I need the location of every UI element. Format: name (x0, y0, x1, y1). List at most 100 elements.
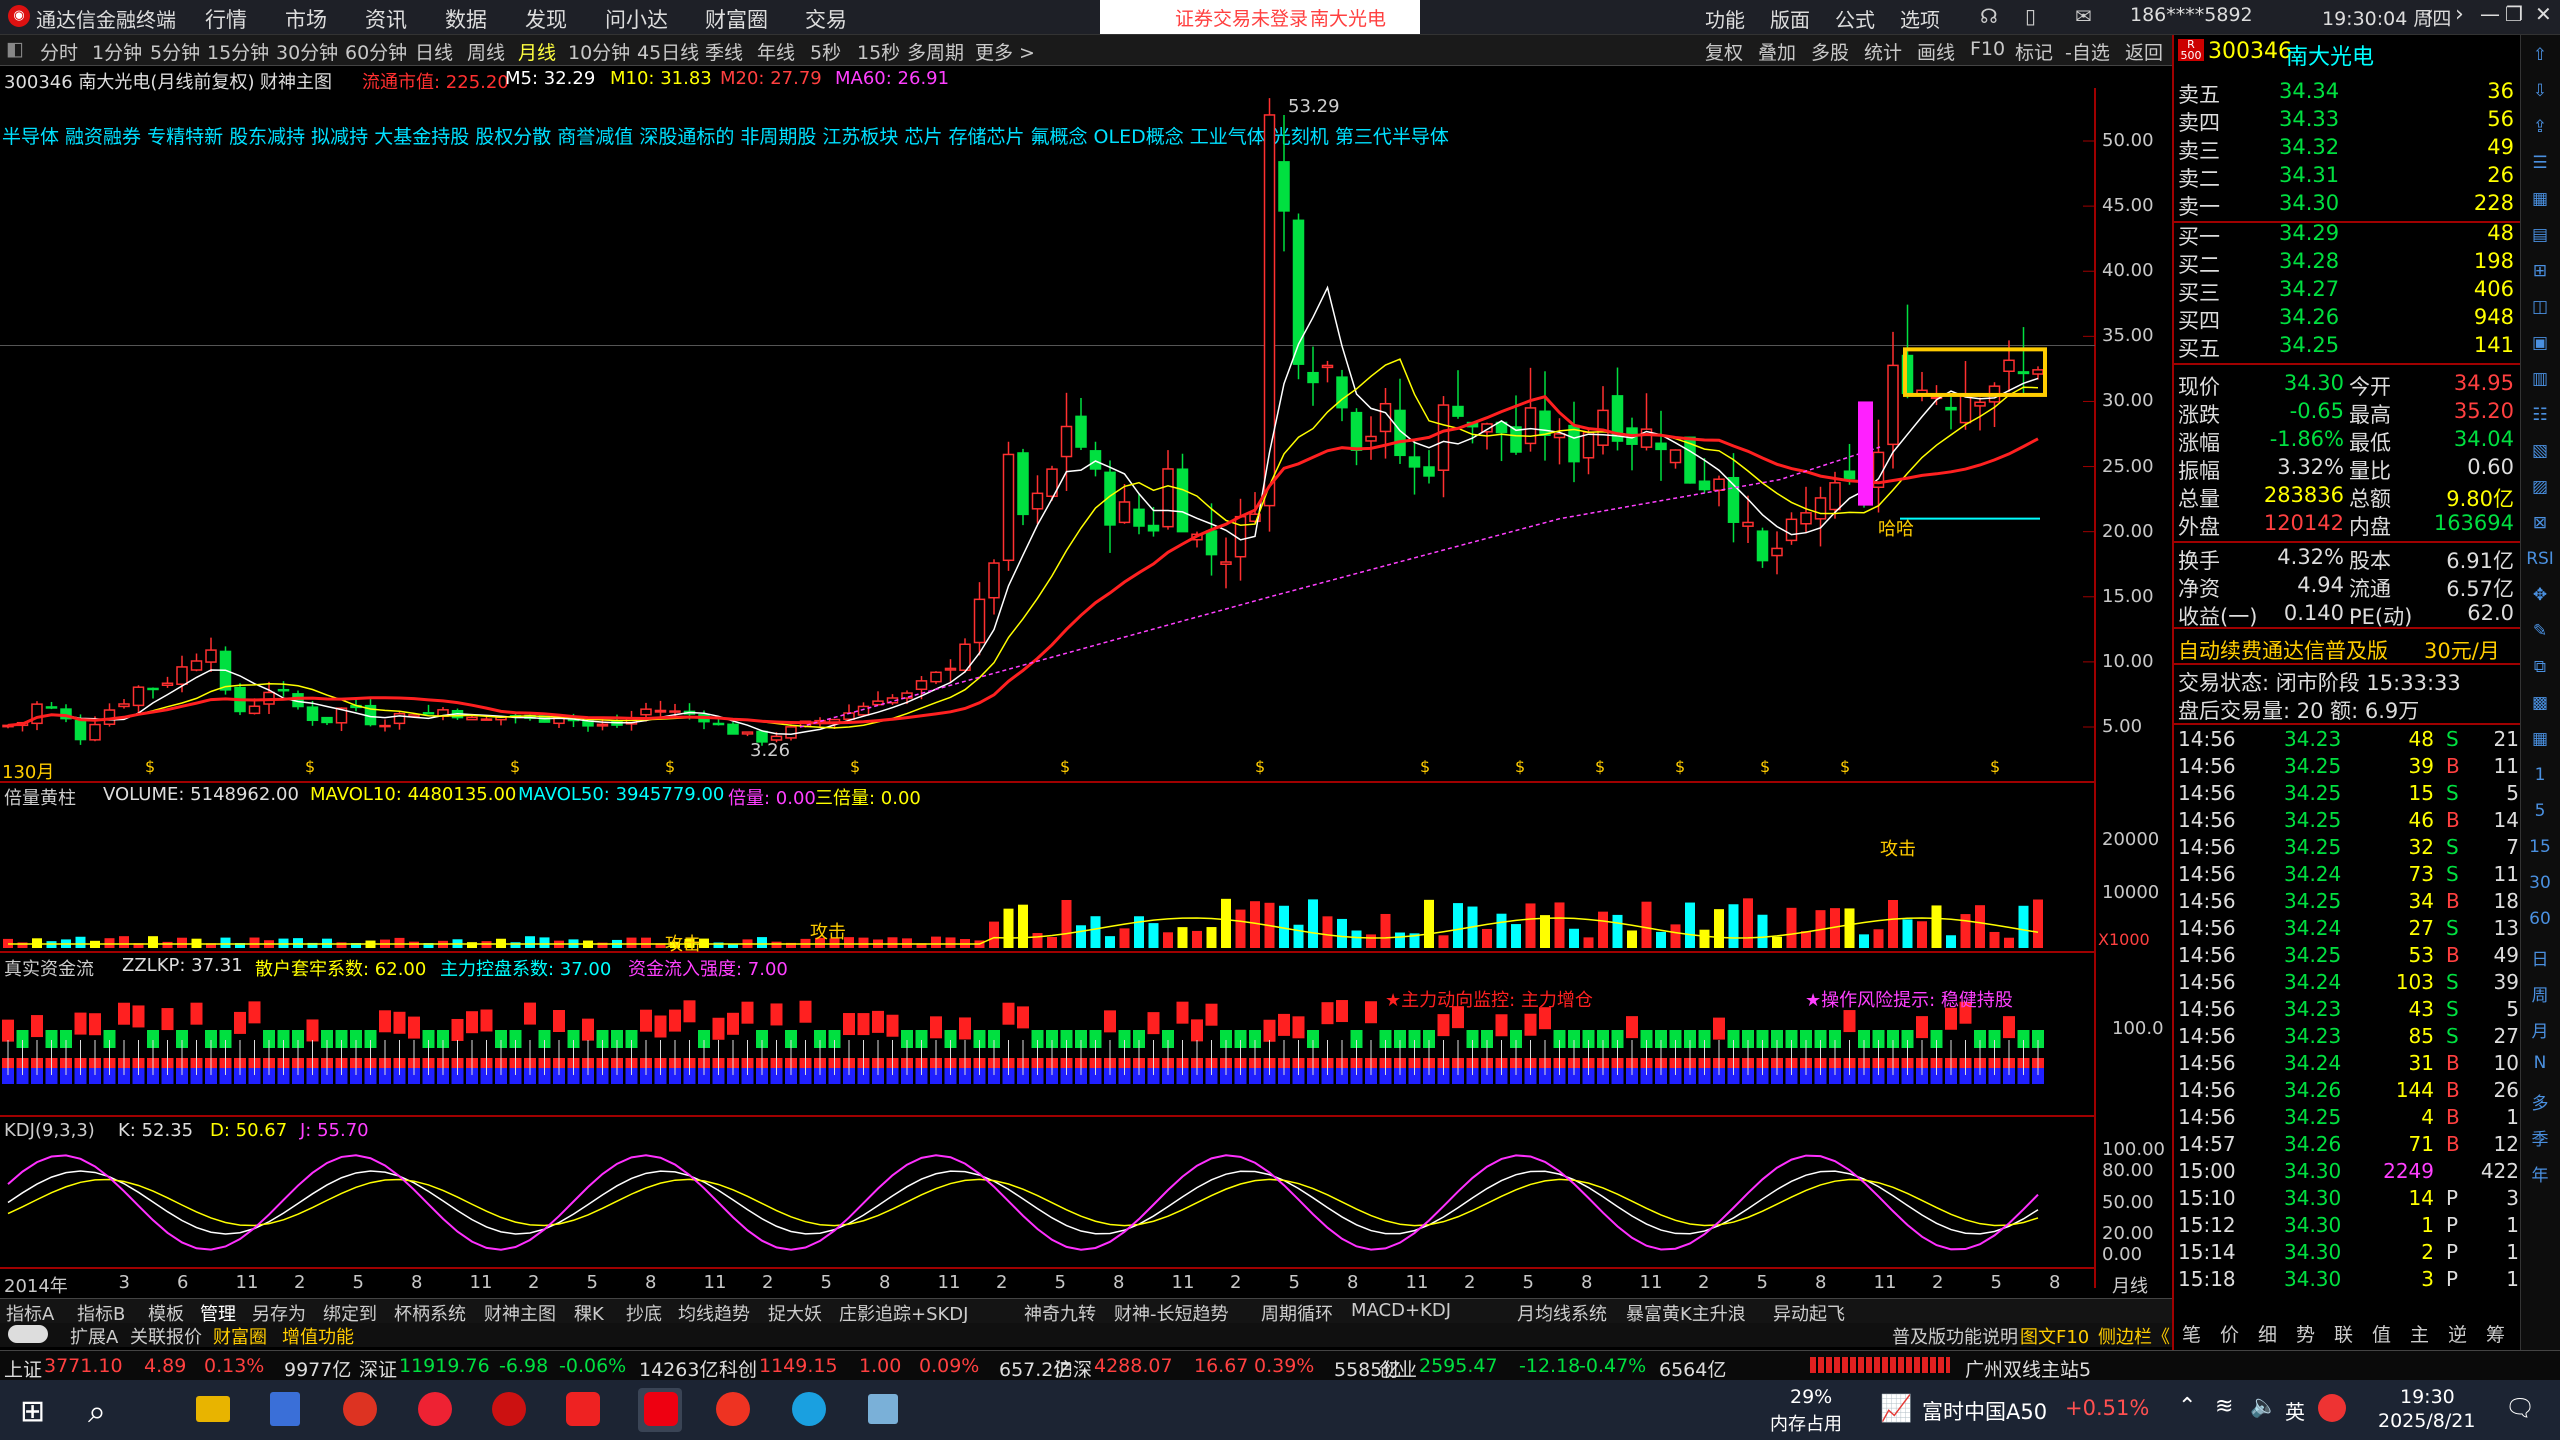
tab-value-added[interactable]: 增值功能 (282, 1323, 354, 1349)
menu-options[interactable]: 选项 (1900, 4, 1940, 33)
phone-icon[interactable]: ▯ (2025, 4, 2036, 28)
kdj-indicator-name[interactable]: KDJ(9,3,3) (4, 1120, 95, 1141)
tdx-icon[interactable] (343, 1392, 377, 1426)
side-tool-icon[interactable]: RSI (2525, 549, 2555, 569)
close-icon[interactable]: ✕ (2535, 2, 2552, 26)
quote-bottom-tab[interactable]: 值 (2372, 1320, 2391, 1347)
side-tool-icon[interactable]: ⊠ (2525, 513, 2555, 533)
account-name[interactable]: 186****5892 (2130, 4, 2253, 26)
folder-icon[interactable] (196, 1396, 230, 1422)
side-tool-icon[interactable]: 1 (2525, 765, 2555, 785)
menu-function[interactable]: 功能 (1705, 4, 1745, 33)
tab-wealth-circle[interactable]: 财富圈 (213, 1323, 267, 1349)
calculator-icon[interactable] (270, 1392, 300, 1426)
browser-icon[interactable] (418, 1392, 452, 1426)
tab-sidebar[interactable]: 侧边栏《 (2098, 1323, 2170, 1349)
toggle-switch[interactable] (8, 1325, 48, 1343)
mail-icon[interactable]: ✉ (2075, 4, 2092, 28)
app-icon[interactable] (492, 1392, 526, 1426)
menu-layout[interactable]: 版面 (1770, 4, 1810, 33)
side-tool-icon[interactable]: 月 (2525, 1017, 2555, 1042)
quote-bottom-tab[interactable]: 筹 (2486, 1320, 2505, 1347)
trade-login-notice[interactable]: 证券交易未登录 (1175, 4, 1308, 31)
ticker-name[interactable]: 富时中国A50 (1922, 1396, 2047, 1426)
side-tool-icon[interactable]: N (2525, 1053, 2555, 1073)
tool-f10[interactable]: F10 (1970, 38, 2005, 60)
indicator-tab[interactable]: MACD+KDJ (1351, 1300, 1451, 1321)
wps-icon[interactable] (566, 1392, 600, 1426)
side-tool-icon[interactable]: 30 (2525, 873, 2555, 893)
tool-mark[interactable]: 标记 (2015, 38, 2053, 65)
period-10min[interactable]: 10分钟 (568, 38, 630, 65)
search-icon[interactable]: ⌕ (88, 1392, 106, 1431)
menu-formula[interactable]: 公式 (1835, 4, 1875, 33)
tab-extend-a[interactable]: 扩展A (70, 1323, 118, 1349)
period-month[interactable]: 月线 (518, 38, 556, 65)
index-name[interactable]: 上证 (4, 1355, 42, 1382)
panel-toggle-icon[interactable]: ◧ (6, 38, 24, 60)
tool-multi-stock[interactable]: 多股 (1811, 38, 1849, 65)
wifi-icon[interactable]: ≋ (2215, 1394, 2233, 1419)
period-more[interactable]: 更多 > (975, 38, 1035, 65)
period-day[interactable]: 日线 (415, 38, 453, 65)
volume-icon[interactable]: 🔈 (2250, 1394, 2277, 1419)
period-15min[interactable]: 15分钟 (207, 38, 269, 65)
period-multi[interactable]: 多周期 (907, 38, 964, 65)
period-30min[interactable]: 30分钟 (276, 38, 338, 65)
side-tool-icon[interactable]: ⧉ (2525, 657, 2555, 677)
volume-indicator-name[interactable]: 倍量黄柱 (4, 784, 76, 810)
side-tool-icon[interactable]: 15 (2525, 837, 2555, 857)
menu-trade[interactable]: 交易 (805, 4, 847, 34)
windows-icon[interactable]: ⊞ (20, 1394, 45, 1429)
tool-stats[interactable]: 统计 (1864, 38, 1902, 65)
ime-indicator[interactable]: 英 (2285, 1396, 2305, 1425)
menu-ask[interactable]: 问小达 (605, 4, 668, 34)
quote-bottom-tab[interactable]: 笔 (2182, 1320, 2201, 1347)
stock-icon[interactable] (644, 1392, 678, 1426)
index-name[interactable]: 创业 (1379, 1355, 1417, 1382)
index-name[interactable]: 科创 (719, 1355, 757, 1382)
promo-price[interactable]: 30元/月 (2424, 635, 2500, 665)
side-tool-icon[interactable]: ▣ (2525, 333, 2555, 353)
notification-icon[interactable]: 🗨 (2505, 1394, 2535, 1422)
period-15sec[interactable]: 15秒 (857, 38, 900, 65)
index-name[interactable]: 沪深 (1054, 1355, 1092, 1382)
antivirus-icon[interactable] (2318, 1394, 2346, 1422)
netease-icon[interactable] (716, 1392, 750, 1426)
side-tool-icon[interactable]: ☷ (2525, 405, 2555, 425)
side-tool-icon[interactable]: ⇩ (2525, 81, 2555, 101)
tab-f10-graphic[interactable]: 图文F10 (2020, 1323, 2089, 1349)
edge-icon[interactable] (792, 1392, 826, 1426)
tool-draw[interactable]: 画线 (1917, 38, 1955, 65)
quote-bottom-tab[interactable]: 逆 (2448, 1320, 2467, 1347)
side-tool-icon[interactable]: ▧ (2525, 441, 2555, 461)
side-tool-icon[interactable]: 5 (2525, 801, 2555, 821)
side-tool-icon[interactable]: ◫ (2525, 297, 2555, 317)
quote-bottom-tab[interactable]: 主 (2410, 1320, 2429, 1347)
side-tool-icon[interactable]: ▨ (2525, 477, 2555, 497)
quote-bottom-tab[interactable]: 细 (2258, 1320, 2277, 1347)
side-tool-icon[interactable]: 季 (2525, 1125, 2555, 1150)
server-name[interactable]: 广州双线主站5 (1965, 1355, 2091, 1382)
promo-text[interactable]: 自动续费通达信普及版 (2178, 635, 2388, 665)
period-quarter[interactable]: 季线 (705, 38, 743, 65)
tab-feature-doc[interactable]: 普及版功能说明 (1892, 1323, 2018, 1349)
tool-adjust[interactable]: 复权 (1705, 38, 1743, 65)
period-5sec[interactable]: 5秒 (810, 38, 841, 65)
menu-market[interactable]: 市场 (285, 4, 327, 34)
side-tool-icon[interactable]: 60 (2525, 909, 2555, 929)
chart-svg[interactable]: $ $ $ $ $ $ $ $ $ $ $ $ $ $ (0, 88, 2170, 1288)
tab-related-quote[interactable]: 关联报价 (130, 1323, 202, 1349)
side-tool-icon[interactable]: 周 (2525, 981, 2555, 1006)
side-tool-icon[interactable]: ▦ (2525, 729, 2555, 749)
forward-icon[interactable]: › (2455, 2, 2464, 27)
back-icon[interactable]: ‹ (2425, 2, 2434, 27)
restore-icon[interactable]: ❐ (2505, 2, 2523, 26)
period-5min[interactable]: 5分钟 (150, 38, 200, 65)
period-60min[interactable]: 60分钟 (345, 38, 407, 65)
notepad-icon[interactable] (868, 1394, 898, 1424)
menu-news[interactable]: 资讯 (365, 4, 407, 34)
fund-indicator-name[interactable]: 真实资金流 (4, 955, 94, 981)
menu-discover[interactable]: 发现 (525, 4, 567, 34)
period-year[interactable]: 年线 (757, 38, 795, 65)
